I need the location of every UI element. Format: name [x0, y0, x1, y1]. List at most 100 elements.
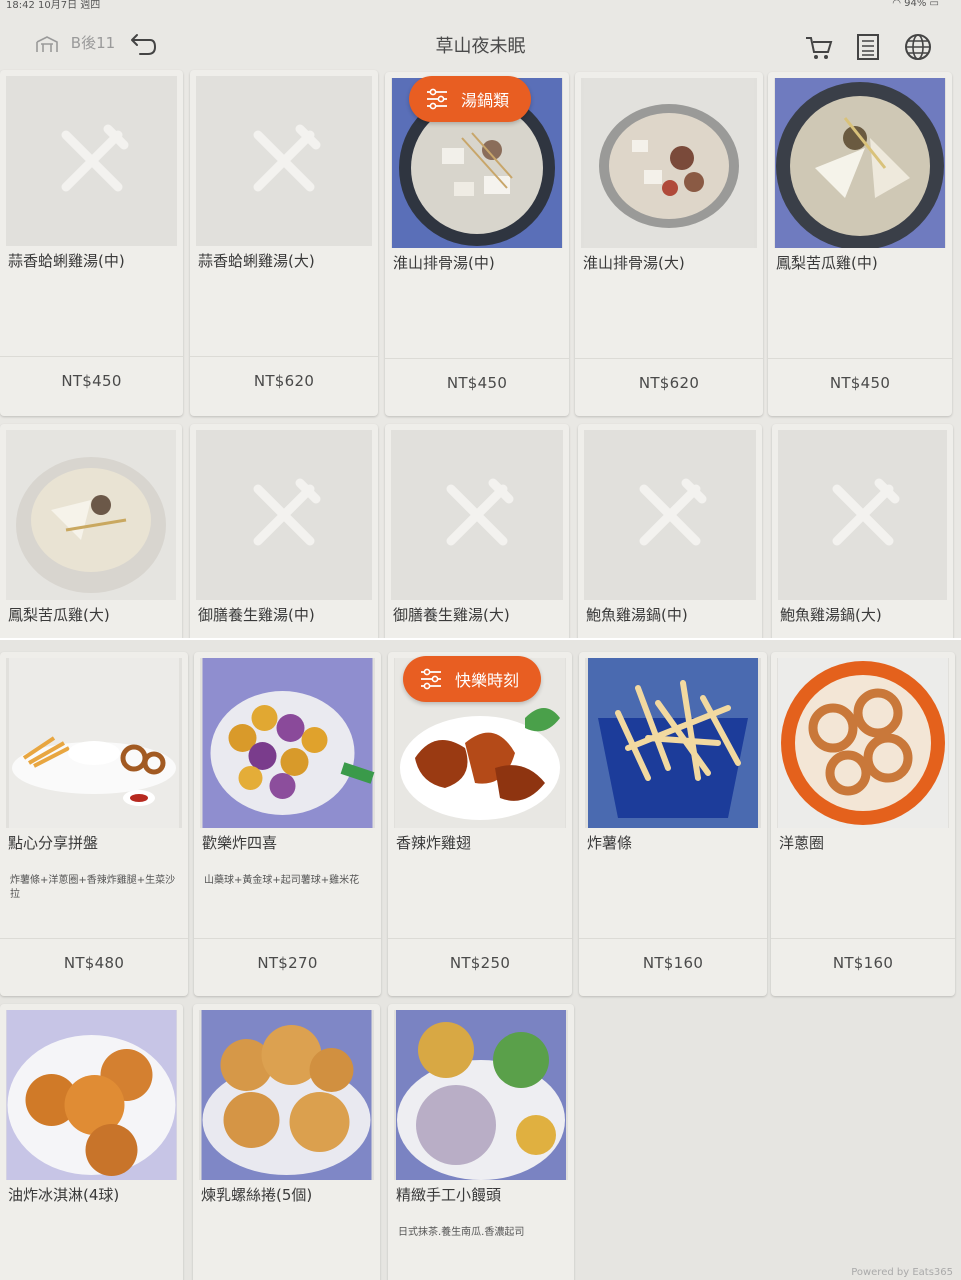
- menu-item-photo: [6, 76, 177, 246]
- menu-item-name: 鳳梨苦瓜雞(中): [776, 254, 878, 272]
- globe-icon: [905, 34, 931, 60]
- menu-item-photo: [199, 1010, 374, 1180]
- menu-item-name: 鮑魚雞湯鍋(大): [780, 606, 882, 624]
- fork-knife-icon: [832, 478, 899, 546]
- menu-item-card[interactable]: 煉乳螺絲捲(5個): [193, 1004, 380, 1280]
- category-label: 快樂時刻: [455, 671, 520, 690]
- menu-item-photo: [584, 430, 756, 600]
- menu-item-name: 歡樂炸四喜: [202, 834, 278, 852]
- menu-item-name: 鳳梨苦瓜雞(大): [8, 606, 110, 624]
- menu-item-name: 煉乳螺絲捲(5個): [201, 1186, 313, 1204]
- menu-item-card[interactable]: 洋蔥圈 NT$160: [771, 652, 955, 996]
- menu-item-card[interactable]: 歡樂炸四喜山藥球+黃金球+起司薯球+雞米花 NT$270: [194, 652, 381, 996]
- menu-item-photo: [394, 1010, 568, 1180]
- menu-item-card[interactable]: 點心分享拼盤炸薯條+洋蔥圈+香辣炸雞腿+生菜沙拉 NT$480: [0, 652, 188, 996]
- wifi-icon: ◠: [892, 0, 901, 9]
- menu-item-card[interactable]: 鳳梨苦瓜雞(大): [0, 424, 182, 640]
- category-filter-pill[interactable]: 湯鍋類: [409, 76, 532, 122]
- menu-item-name: 洋蔥圈: [779, 834, 825, 852]
- menu-item-price: NT$620: [638, 374, 700, 392]
- menu-item-photo: [778, 430, 947, 600]
- menu-item-name: 御膳養生雞湯(大): [393, 606, 510, 624]
- menu-item-name: 炸薯條: [587, 834, 633, 852]
- menu-item-photo: [391, 430, 563, 600]
- menu-item-photo: [196, 76, 372, 246]
- menu-item-name: 淮山排骨湯(大): [583, 254, 685, 272]
- menu-item-card[interactable]: 御膳養生雞湯(中): [190, 424, 378, 640]
- menu-item-name: 精緻手工小饅頭: [396, 1186, 502, 1204]
- orders-button[interactable]: [853, 32, 883, 62]
- menu-item-photo: [196, 430, 372, 600]
- filter-sliders-icon: [421, 668, 441, 690]
- menu-item-name: 油炸冰淇淋(4球): [8, 1186, 120, 1204]
- card-divider: [771, 938, 955, 939]
- menu-item-description: 山藥球+黃金球+起司薯球+雞米花: [204, 875, 360, 886]
- menu-item-price: NT$450: [61, 372, 122, 390]
- card-divider: [385, 358, 569, 359]
- filter-sliders-icon: [427, 88, 447, 110]
- menu-screen-snacks: 點心分享拼盤炸薯條+洋蔥圈+香辣炸雞腿+生菜沙拉 NT$480 歡樂炸四喜山藥球+黃…: [0, 640, 961, 1280]
- menu-item-card[interactable]: 蒜香蛤蜊雞湯(大) NT$620: [190, 70, 378, 416]
- menu-item-card[interactable]: 炸薯條 NT$160: [579, 652, 767, 996]
- menu-item-name: 淮山排骨湯(中): [393, 254, 495, 272]
- menu-item-price: NT$270: [257, 954, 318, 972]
- menu-item-photo: [6, 658, 182, 828]
- battery-label: 94%: [904, 0, 927, 9]
- menu-item-price: NT$620: [253, 372, 315, 390]
- fork-knife-icon: [253, 478, 321, 546]
- cart-button[interactable]: [804, 32, 834, 62]
- menu-item-card[interactable]: 蒜香蛤蜊雞湯(中) NT$450: [0, 70, 183, 416]
- menu-item-price: NT$450: [829, 374, 891, 392]
- cart-icon: [806, 37, 833, 59]
- menu-item-photo: [200, 658, 375, 828]
- menu-item-card[interactable]: 香辣炸雞翅 NT$250: [388, 652, 572, 996]
- fork-knife-icon: [639, 478, 707, 546]
- fork-knife-icon: [253, 124, 321, 192]
- fork-knife-icon: [446, 478, 514, 546]
- menu-screen-soup: 18:42 10月7日 週四 ◠ 94% ▭ B後11 草山夜未眠 蒜香蛤蜊雞湯…: [0, 0, 961, 640]
- language-button[interactable]: [903, 32, 933, 62]
- menu-item-name: 點心分享拼盤: [8, 834, 99, 852]
- card-divider: [190, 356, 378, 357]
- card-divider: [0, 938, 188, 939]
- menu-item-price: NT$250: [449, 954, 511, 972]
- menu-item-card[interactable]: 淮山排骨湯(大) NT$620: [575, 72, 763, 416]
- menu-item-photo: [585, 658, 761, 828]
- battery-icon: ▭: [929, 0, 939, 9]
- menu-item-card[interactable]: 精緻手工小饅頭日式抹茶.養生南瓜.香濃起司: [388, 1004, 574, 1280]
- header: B後11 草山夜未眠: [0, 14, 961, 74]
- menu-item-card[interactable]: 御膳養生雞湯(大): [385, 424, 569, 640]
- menu-item-card[interactable]: 油炸冰淇淋(4球): [0, 1004, 183, 1280]
- menu-item-photo: [774, 78, 946, 248]
- fork-knife-icon: [61, 124, 128, 192]
- menu-item-photo: [581, 78, 757, 248]
- menu-item-card[interactable]: 鮑魚雞湯鍋(大): [772, 424, 953, 640]
- status-time: 18:42 10月7日 週四: [6, 0, 101, 11]
- menu-item-price: NT$160: [642, 954, 704, 972]
- menu-item-price: NT$450: [446, 374, 508, 392]
- menu-item-description: 炸薯條+洋蔥圈+香辣炸雞腿+生菜沙拉: [10, 875, 176, 900]
- menu-item-name: 香辣炸雞翅: [396, 834, 472, 852]
- menu-item-name: 御膳養生雞湯(中): [198, 606, 315, 624]
- menu-item-price: NT$160: [832, 954, 894, 972]
- menu-item-name: 蒜香蛤蜊雞湯(中): [8, 252, 125, 270]
- card-divider: [575, 358, 763, 359]
- menu-item-card[interactable]: 鮑魚雞湯鍋(中): [578, 424, 762, 640]
- menu-item-photo: [6, 1010, 177, 1180]
- menu-item-price: NT$480: [63, 954, 125, 972]
- menu-item-photo: [6, 430, 176, 600]
- card-divider: [388, 938, 572, 939]
- receipt-icon: [857, 34, 879, 60]
- menu-item-card[interactable]: 鳳梨苦瓜雞(中) NT$450: [768, 72, 952, 416]
- category-label: 湯鍋類: [461, 91, 510, 110]
- menu-item-photo: [777, 658, 949, 828]
- menu-item-card[interactable]: 淮山排骨湯(中) NT$450: [385, 72, 569, 416]
- status-indicators: ◠ 94% ▭: [892, 0, 939, 9]
- card-divider: [579, 938, 767, 939]
- menu-item-description: 日式抹茶.養生南瓜.香濃起司: [398, 1227, 525, 1238]
- powered-by-label: Powered by Eats365: [851, 1267, 953, 1278]
- card-divider: [768, 358, 952, 359]
- category-filter-pill[interactable]: 快樂時刻: [403, 656, 542, 702]
- card-divider: [0, 356, 183, 357]
- menu-item-name: 鮑魚雞湯鍋(中): [586, 606, 688, 624]
